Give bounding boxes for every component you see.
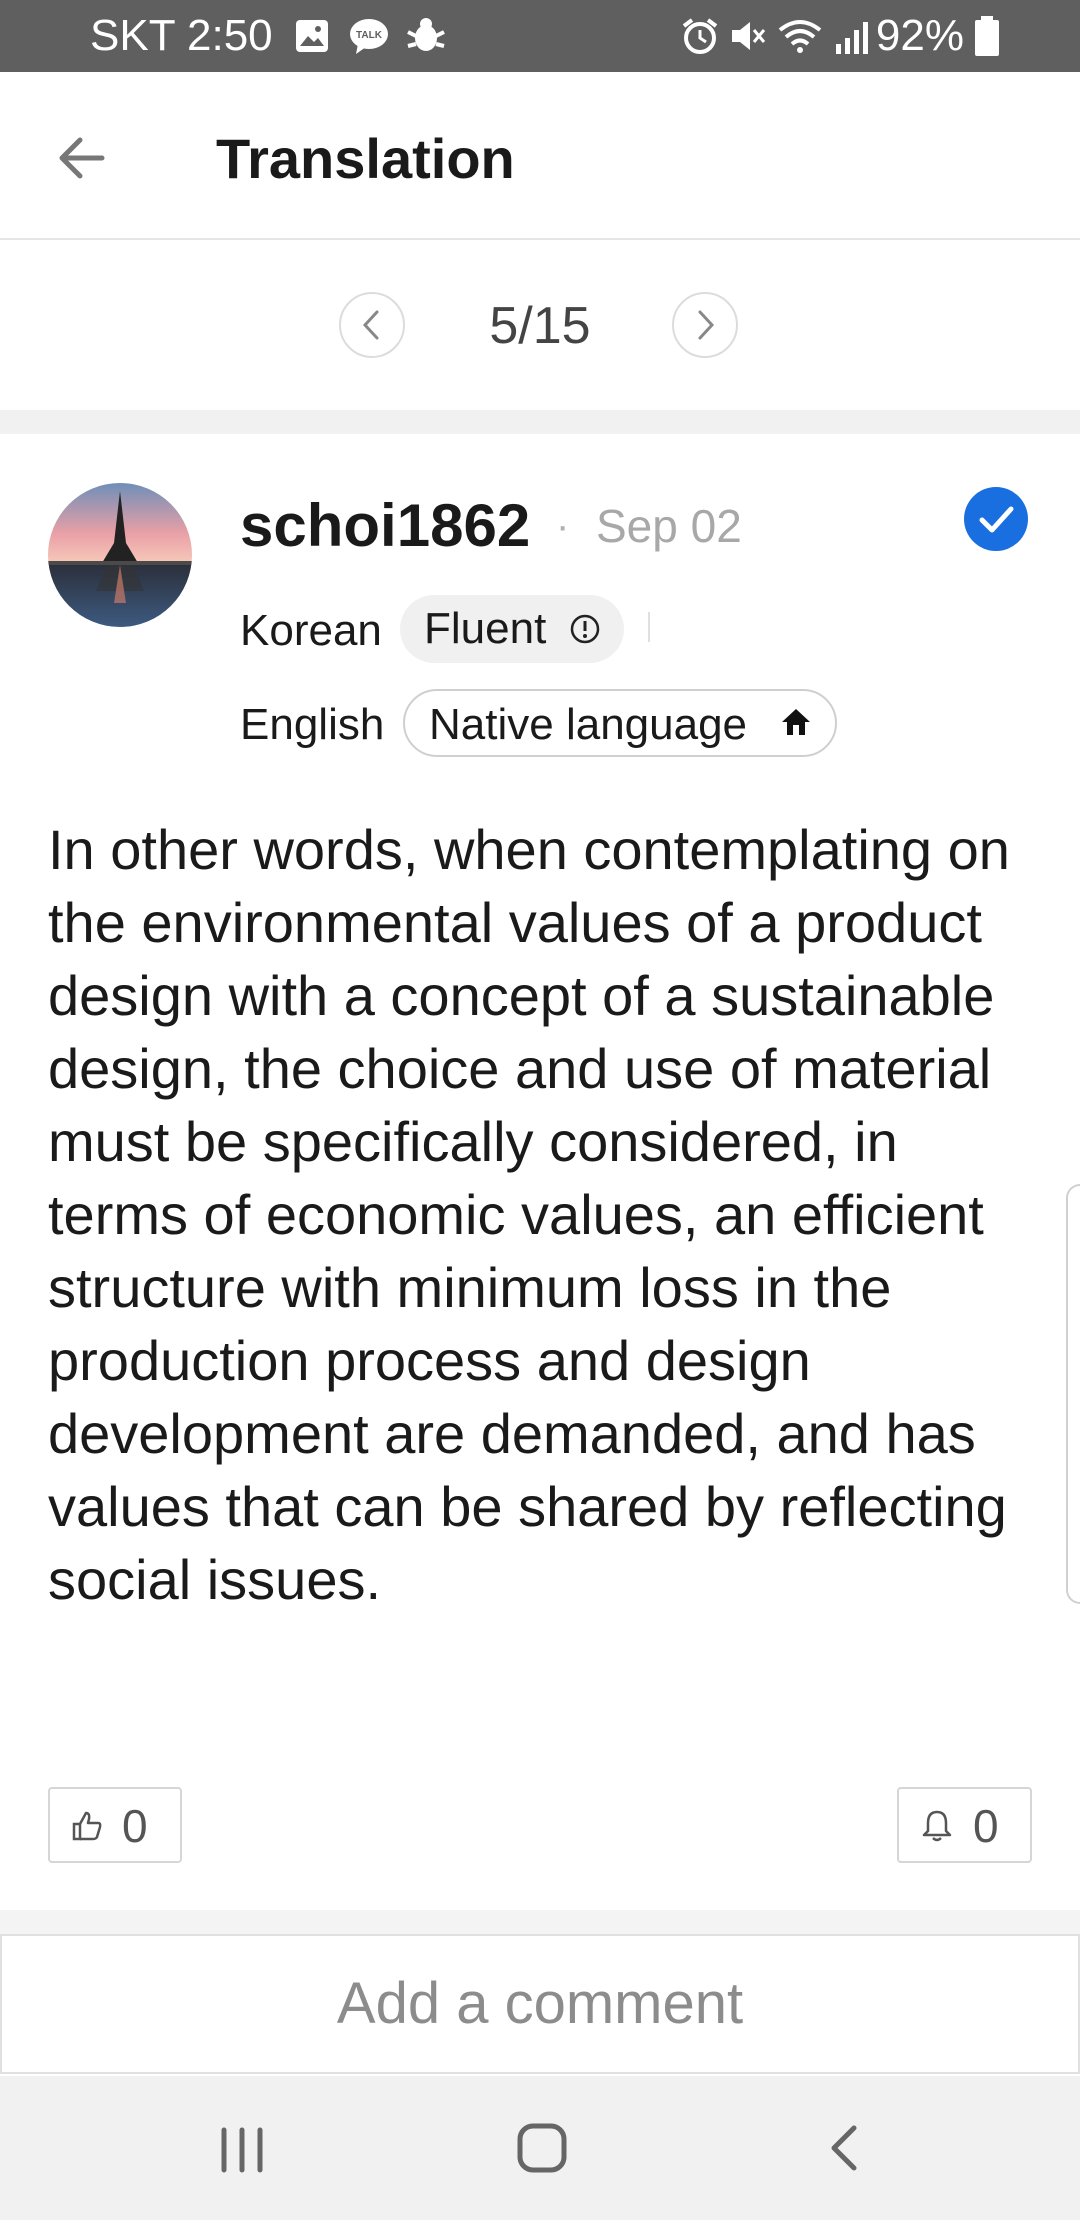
- scroll-handle[interactable]: [1066, 1184, 1080, 1604]
- page-title: Translation: [216, 127, 515, 190]
- language-label-korean: Korean: [240, 606, 382, 655]
- notify-button[interactable]: 0: [897, 1787, 1032, 1863]
- home-icon: [782, 709, 810, 735]
- username[interactable]: schoi1862: [240, 488, 530, 564]
- avatar-image: [48, 483, 192, 627]
- divider: [648, 612, 650, 642]
- verified-badge: [964, 487, 1028, 551]
- like-count: 0: [122, 1800, 148, 1852]
- back-icon[interactable]: [818, 2120, 874, 2176]
- translation-text: In other words, when contemplating on th…: [48, 818, 1010, 1611]
- checkmark-icon: [979, 506, 1014, 533]
- back-arrow-icon[interactable]: [52, 128, 112, 188]
- section-divider: [0, 410, 1080, 434]
- separator-dot: ·: [556, 504, 570, 548]
- avatar[interactable]: [48, 483, 192, 627]
- thumbs-up-icon: [72, 1811, 102, 1841]
- carrier-time: SKT 2:50: [90, 11, 273, 60]
- image-icon: [296, 20, 328, 52]
- signal-icon: [836, 22, 868, 54]
- talk-icon: TALK: [350, 19, 388, 54]
- language-label-english: English: [240, 700, 385, 749]
- app-bar: [0, 72, 1080, 240]
- alarm-icon: [682, 18, 718, 54]
- level-label: Native language: [429, 700, 748, 749]
- level-chip-fluent[interactable]: Fluent: [400, 595, 624, 663]
- bell-icon: [922, 1810, 952, 1842]
- like-button[interactable]: 0: [48, 1787, 182, 1863]
- prev-page-button[interactable]: [339, 292, 405, 358]
- post-date: Sep 02: [596, 500, 742, 552]
- recent-apps-icon[interactable]: [214, 2122, 270, 2178]
- wifi-icon: [778, 20, 822, 53]
- svg-text:TALK: TALK: [356, 30, 383, 41]
- chevron-left-icon: [362, 310, 379, 340]
- level-chip-native[interactable]: Native language: [403, 689, 837, 757]
- next-page-button[interactable]: [672, 292, 738, 358]
- home-button-icon[interactable]: [514, 2120, 570, 2176]
- notify-count: 0: [973, 1800, 999, 1852]
- footer-divider: [0, 1910, 1080, 1934]
- mute-icon: [732, 22, 766, 50]
- chevron-right-icon: [698, 310, 715, 340]
- status-bar: SKT 2:50 TALK 92%: [0, 0, 1080, 72]
- battery-percent: 92%: [875, 11, 964, 60]
- comment-placeholder[interactable]: Add a comment: [0, 1968, 1080, 2040]
- level-label: Fluent: [424, 604, 547, 653]
- page-counter: 5/15: [489, 297, 591, 355]
- info-icon: [570, 614, 600, 644]
- battery-icon: [975, 16, 999, 56]
- bug-icon: [407, 18, 445, 51]
